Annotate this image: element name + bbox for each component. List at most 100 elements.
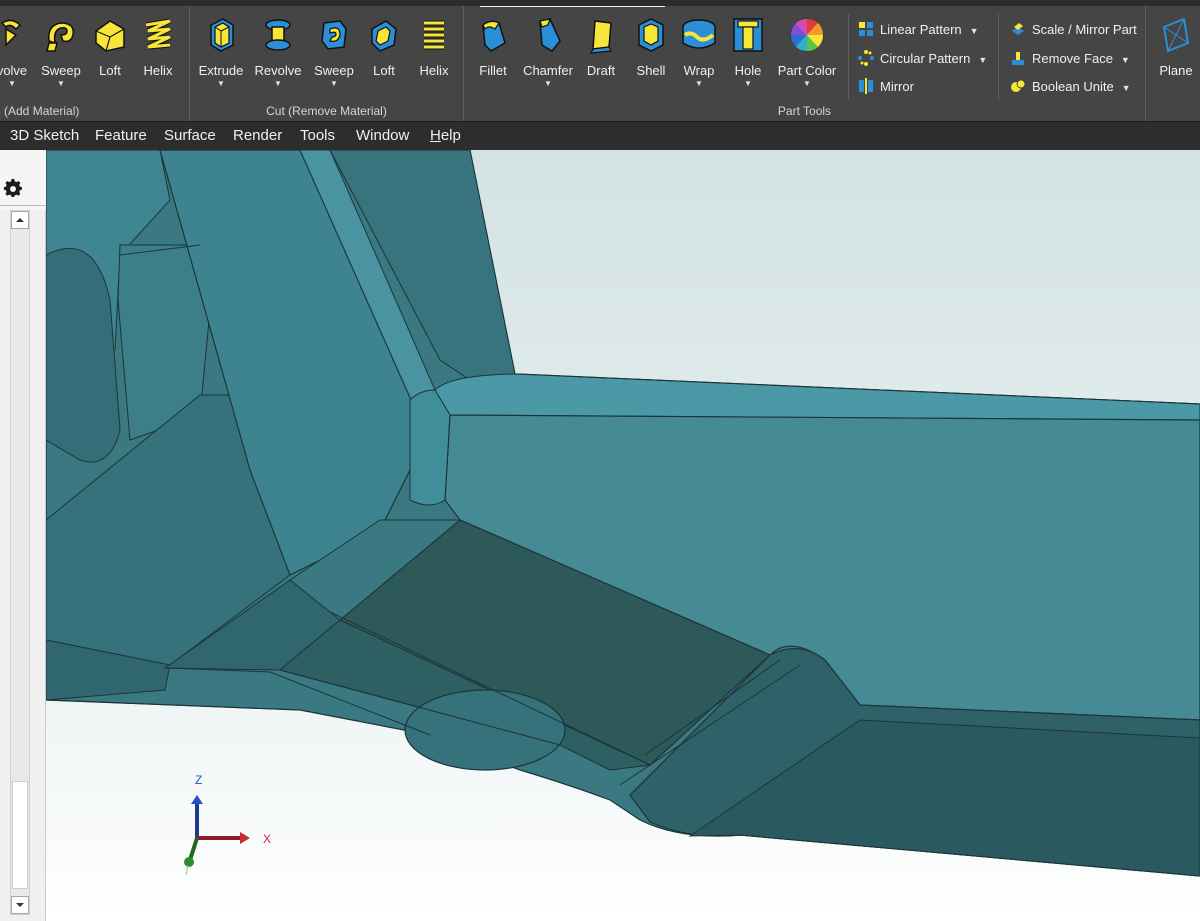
loft-cut-button[interactable]: Loft: [362, 12, 406, 98]
chevron-down-icon[interactable]: ▼: [676, 79, 722, 88]
revolve-icon: [0, 19, 22, 47]
boolean-unite-label: Boolean Unite: [1032, 79, 1114, 94]
chevron-down-icon[interactable]: ▼: [0, 79, 36, 88]
chevron-down-icon[interactable]: ▼: [36, 79, 86, 88]
chevron-down-icon[interactable]: ▼: [520, 79, 576, 88]
sweep-cut-button[interactable]: Sweep ▼: [310, 12, 358, 98]
model-render[interactable]: Z X: [46, 150, 1200, 921]
menu-surface[interactable]: Surface: [164, 122, 216, 151]
boss-group: volve ▼ Sweep ▼ Loft Helix Boss (Ad: [0, 6, 190, 121]
draft-button[interactable]: Draft: [578, 12, 624, 98]
revolve-cut-label: Revolve: [254, 63, 302, 78]
boolean-unite-button[interactable]: Boolean Unite ▼: [1010, 76, 1131, 98]
wrap-label: Wrap: [683, 63, 715, 78]
scroll-down-button[interactable]: [11, 896, 29, 914]
hole-label: Hole: [734, 63, 762, 78]
menu-3d-sketch[interactable]: 3D Sketch: [10, 122, 79, 151]
menu-help[interactable]: Help: [430, 122, 461, 151]
shell-label: Shell: [636, 63, 666, 78]
helix-cut-icon: [424, 20, 444, 50]
chevron-down-icon[interactable]: ▼: [978, 55, 987, 65]
model-fillet: [409, 389, 451, 506]
plane-button[interactable]: Plane: [1150, 12, 1200, 98]
chevron-up-icon: [16, 218, 24, 222]
separator: [998, 14, 999, 100]
helix-button[interactable]: Helix: [136, 12, 180, 98]
panel-separator: [0, 205, 46, 206]
part-color-icon: [790, 18, 824, 52]
gear-icon[interactable]: [3, 179, 23, 199]
ribbon-toolbar: volve ▼ Sweep ▼ Loft Helix Boss (Ad: [0, 0, 1200, 121]
remove-face-button[interactable]: Remove Face ▼: [1010, 48, 1130, 70]
fillet-icon: [482, 20, 506, 52]
model-oval-boss: [404, 689, 566, 771]
extrude-cut-icon: [210, 18, 234, 52]
wrap-button[interactable]: Wrap ▼: [676, 12, 722, 98]
scroll-thumb[interactable]: [12, 781, 28, 889]
menu-render[interactable]: Render: [233, 122, 282, 151]
scale-mirror-part-button[interactable]: Scale / Mirror Part: [1010, 19, 1137, 41]
feature-tree-panel: [0, 150, 46, 921]
draft-icon: [589, 20, 612, 54]
chevron-down-icon[interactable]: ▼: [1121, 55, 1130, 65]
fillet-button[interactable]: Fillet: [470, 12, 516, 98]
helix-label: Helix: [143, 63, 173, 78]
menu-window[interactable]: Window: [356, 122, 409, 151]
part-color-button[interactable]: Part Color ▼: [774, 12, 840, 98]
3d-viewport[interactable]: Z X: [46, 150, 1200, 921]
loft-icon: [95, 20, 125, 52]
sweep-label: Sweep: [41, 63, 81, 78]
chevron-down-icon: [16, 903, 24, 907]
menu-tools[interactable]: Tools: [300, 122, 335, 151]
helix-icon: [145, 18, 172, 50]
remove-face-label: Remove Face: [1032, 51, 1113, 66]
remove-face-icon: [1012, 52, 1024, 65]
cut-group-label: Cut (Remove Material): [266, 104, 387, 118]
shell-icon: [638, 18, 664, 52]
mirror-button[interactable]: Mirror: [858, 76, 914, 98]
chevron-down-icon[interactable]: ▼: [774, 79, 840, 88]
extrude-cut-button[interactable]: Extrude ▼: [196, 12, 246, 98]
draft-label: Draft: [586, 63, 616, 78]
loft-label: Loft: [99, 63, 121, 78]
loft-button[interactable]: Loft: [88, 12, 132, 98]
helix-cut-button[interactable]: Helix: [412, 12, 456, 98]
chevron-down-icon[interactable]: ▼: [252, 79, 304, 88]
chevron-down-icon[interactable]: ▼: [310, 79, 358, 88]
chamfer-icon: [539, 18, 561, 52]
circular-pattern-button[interactable]: Circular Pattern ▼: [858, 48, 987, 70]
menu-bar: 3D Sketch Feature Surface Render Tools W…: [0, 121, 1200, 150]
chamfer-button[interactable]: Chamfer ▼: [520, 12, 576, 98]
revolve-cut-button[interactable]: Revolve ▼: [252, 12, 304, 98]
part-tools-group-label: Part Tools: [777, 104, 832, 118]
revolve-label: volve: [0, 63, 28, 78]
hole-icon: [733, 18, 763, 52]
revolve-button[interactable]: volve ▼: [0, 12, 36, 98]
chevron-down-icon[interactable]: ▼: [196, 79, 246, 88]
part-color-label: Part Color: [777, 63, 837, 78]
shell-button[interactable]: Shell: [628, 12, 674, 98]
scale-mirror-part-label: Scale / Mirror Part: [1032, 22, 1137, 37]
z-axis-label: Z: [195, 773, 202, 787]
chevron-down-icon[interactable]: ▼: [970, 26, 979, 36]
plane-label: Plane: [1159, 63, 1193, 78]
sweep-button[interactable]: Sweep ▼: [36, 12, 86, 98]
menu-feature[interactable]: Feature: [95, 122, 147, 151]
cut-group: Extrude ▼ Revolve ▼ Sweep ▼ Loft Helix C…: [190, 6, 464, 121]
linear-pattern-button[interactable]: Linear Pattern ▼: [858, 19, 979, 41]
vertical-scrollbar[interactable]: [10, 210, 30, 915]
separator: [848, 14, 849, 100]
boss-group-label: Boss (Add Material): [0, 104, 80, 118]
hole-button[interactable]: Hole ▼: [726, 12, 770, 98]
scale-mirror-part-icon: [1012, 23, 1024, 35]
loft-cut-label: Loft: [373, 63, 395, 78]
chevron-down-icon[interactable]: ▼: [726, 79, 770, 88]
chevron-down-icon[interactable]: ▼: [1122, 83, 1131, 93]
sweep-icon: [46, 22, 74, 52]
scroll-up-button[interactable]: [11, 211, 29, 229]
chamfer-label: Chamfer: [523, 63, 573, 78]
sweep-cut-icon: [321, 20, 347, 50]
sweep-cut-label: Sweep: [314, 63, 354, 78]
linear-pattern-label: Linear Pattern: [880, 22, 962, 37]
boolean-unite-icon: [1011, 79, 1026, 92]
